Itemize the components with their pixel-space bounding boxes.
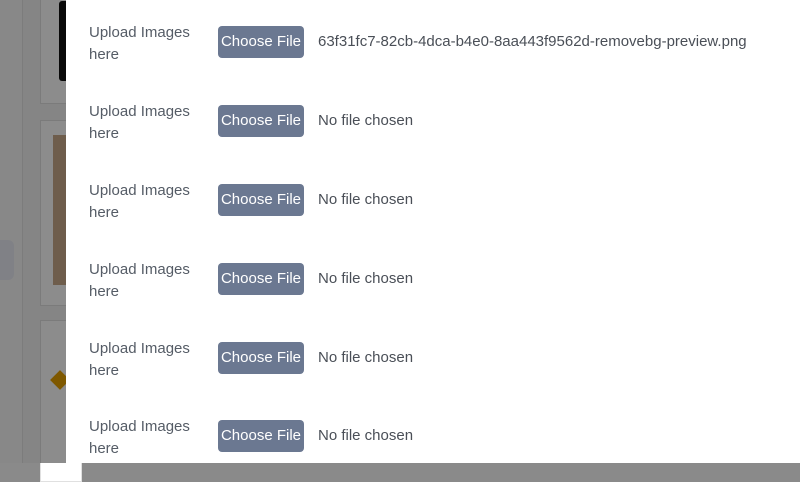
choose-file-button[interactable]: Choose File <box>218 420 304 452</box>
upload-row: Upload Images here Choose File No file c… <box>66 416 800 463</box>
upload-row: Upload Images here Choose File No file c… <box>66 259 800 319</box>
upload-images-modal: Upload Images here Choose File 63f31fc7-… <box>66 0 800 463</box>
file-name-status: No file chosen <box>318 349 414 366</box>
upload-label: Upload Images here <box>89 24 190 63</box>
choose-file-button[interactable]: Choose File <box>218 105 304 137</box>
choose-file-button[interactable]: Choose File <box>218 26 304 58</box>
upload-row: Upload Images here Choose File No file c… <box>66 180 800 240</box>
file-name-status: No file chosen <box>318 191 414 208</box>
choose-file-button[interactable]: Choose File <box>218 263 304 295</box>
upload-row: Upload Images here Choose File No file c… <box>66 338 800 398</box>
file-name-status: No file chosen <box>318 112 414 129</box>
choose-file-button[interactable]: Choose File <box>218 184 304 216</box>
file-name-status: No file chosen <box>318 270 414 287</box>
upload-label: Upload Images here <box>89 261 190 300</box>
upload-label: Upload Images here <box>89 340 190 379</box>
upload-label: Upload Images here <box>89 418 190 457</box>
choose-file-button[interactable]: Choose File <box>218 342 304 374</box>
file-name-status: 63f31fc7-82cb-4dca-b4e0-8aa443f9562d-rem… <box>318 33 747 50</box>
upload-label: Upload Images here <box>89 182 190 221</box>
upload-label: Upload Images here <box>89 103 190 142</box>
upload-row: Upload Images here Choose File 63f31fc7-… <box>66 22 800 82</box>
file-name-status: No file chosen <box>318 427 414 444</box>
upload-row: Upload Images here Choose File No file c… <box>66 101 800 161</box>
